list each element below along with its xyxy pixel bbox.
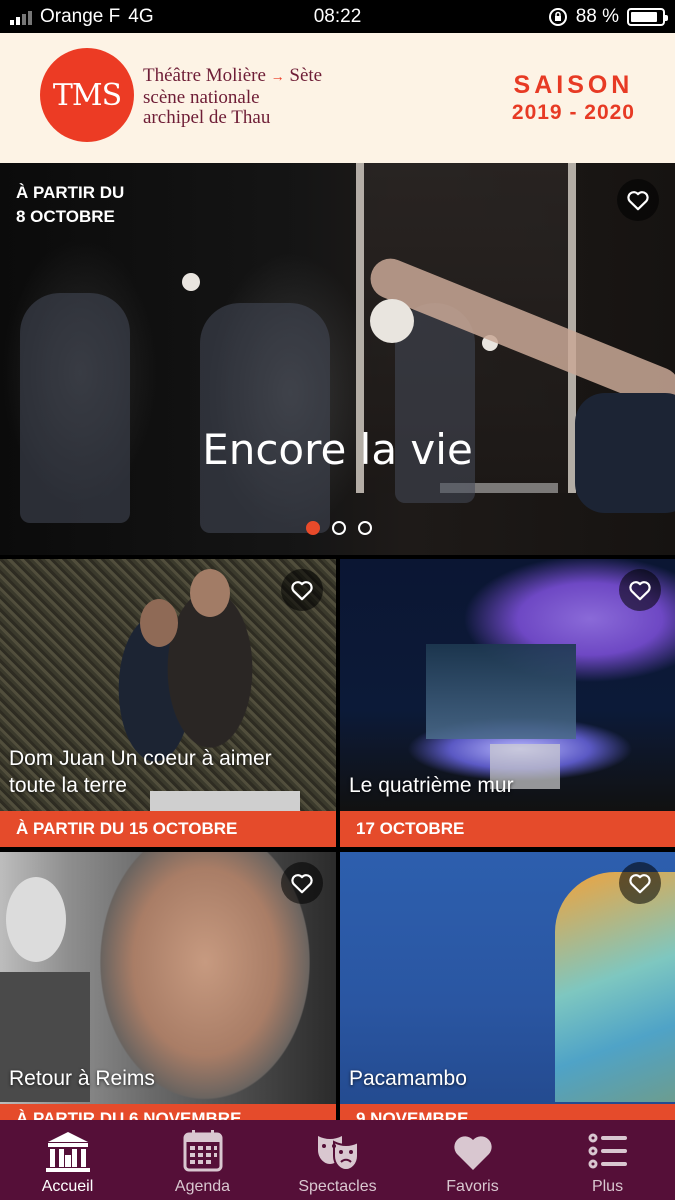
heart-outline-icon <box>629 581 651 601</box>
theatre-masks-icon <box>317 1136 359 1172</box>
juggling-ball <box>182 273 200 291</box>
event-date-tag: 17 OCTOBRE <box>340 811 675 847</box>
battery-icon <box>627 8 668 26</box>
event-title: Le quatrième mur <box>349 774 514 797</box>
heart-icon <box>453 1136 492 1170</box>
status-bar: Orange F 4G 08:22 88 % <box>0 0 675 33</box>
event-title: Pacamambo <box>349 1067 467 1090</box>
app-header: TMS Théâtre Molière → Sète scène nationa… <box>0 33 675 163</box>
event-date-tag: 9 NOVEMBRE <box>340 1104 675 1120</box>
event-card[interactable]: Retour à Reims <box>0 852 336 1104</box>
theatre-building-icon <box>45 1132 90 1172</box>
hero-date: À PARTIR DU 8 OCTOBRE <box>16 181 124 229</box>
orientation-lock-icon <box>548 8 567 26</box>
performer-face <box>140 599 178 647</box>
event-card[interactable]: Pacamambo <box>340 852 675 1104</box>
favorite-button[interactable] <box>619 862 661 904</box>
org-name-line3: archipel de Thau <box>143 107 271 128</box>
season-years: 2019 - 2020 <box>511 101 635 124</box>
heart-outline-icon <box>291 874 313 894</box>
projection-screen <box>426 644 576 739</box>
tab-label: Plus <box>591 1178 624 1195</box>
tab-favoris[interactable]: Favoris <box>405 1120 540 1200</box>
carousel-pagination[interactable] <box>306 521 372 535</box>
calendar-icon <box>183 1130 222 1172</box>
arrow-icon: → <box>270 70 285 85</box>
favorite-button[interactable] <box>281 569 323 611</box>
tab-spectacles[interactable]: Spectacles <box>270 1120 405 1200</box>
favorite-button[interactable] <box>281 862 323 904</box>
event-title: Retour à Reims <box>9 1067 155 1090</box>
heart-outline-icon <box>629 874 651 894</box>
event-date-tag: À PARTIR DU 15 OCTOBRE <box>0 811 336 847</box>
hero-date-line1: À PARTIR DU <box>16 183 125 202</box>
portrait-face <box>6 877 66 962</box>
favorite-button[interactable] <box>619 569 661 611</box>
performer-figure <box>200 303 330 533</box>
juggling-ball <box>370 299 414 343</box>
tab-label: Accueil <box>41 1178 94 1195</box>
org-city: Sète <box>289 65 323 86</box>
org-name-line2: scène nationale <box>143 87 260 108</box>
season-word: SAISON <box>513 71 634 99</box>
season-label: SAISON 2019 - 2020 <box>512 71 635 125</box>
favorite-button[interactable] <box>617 179 659 221</box>
tab-plus[interactable]: Plus <box>540 1120 675 1200</box>
event-card[interactable]: Dom Juan Un coeur à aimer toute la terre <box>0 559 336 811</box>
performer-face <box>190 569 230 617</box>
tab-bar: Accueil Agenda Spectacles Favoris Plus <box>0 1120 675 1200</box>
tab-label: Agenda <box>174 1178 231 1195</box>
battery-percent: 88 % <box>575 6 619 27</box>
fox-illustration <box>555 872 675 1102</box>
hero-title[interactable]: Encore la vie <box>0 425 675 474</box>
performer-figure <box>20 293 130 523</box>
carousel-dot[interactable] <box>306 521 320 535</box>
tab-agenda[interactable]: Agenda <box>135 1120 270 1200</box>
tms-logo[interactable]: TMS <box>40 48 134 142</box>
org-name-line1: Théâtre Molière <box>143 65 266 86</box>
organisation-name: Théâtre Molière → Sète scène nationale a… <box>143 66 322 128</box>
event-card[interactable]: Le quatrième mur <box>340 559 675 811</box>
tab-label: Favoris <box>446 1178 499 1195</box>
hero-carousel[interactable]: À PARTIR DU 8 OCTOBRE Encore la vie <box>0 163 675 555</box>
event-date-tag: À PARTIR DU 6 NOVEMBRE <box>0 1104 336 1120</box>
event-title: Dom Juan Un coeur à aimer toute la terre <box>9 747 272 797</box>
heart-outline-icon <box>627 191 649 211</box>
heart-outline-icon <box>291 581 313 601</box>
list-icon <box>588 1133 627 1169</box>
carousel-dot[interactable] <box>358 521 372 535</box>
tab-accueil[interactable]: Accueil <box>0 1120 135 1200</box>
carousel-dot[interactable] <box>332 521 346 535</box>
tab-label: Spectacles <box>298 1178 377 1195</box>
hero-date-line2: 8 OCTOBRE <box>16 207 115 226</box>
